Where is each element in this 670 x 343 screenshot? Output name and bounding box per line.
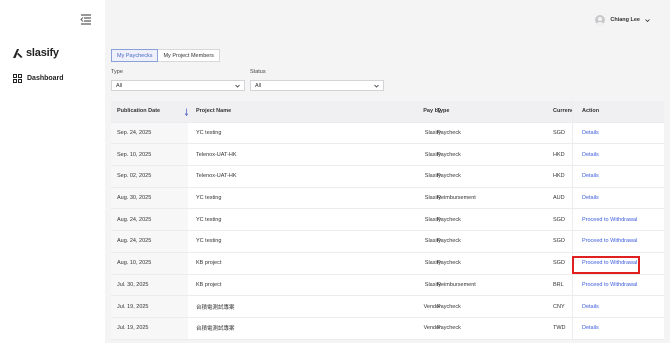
proceed-to-withdrawal-link[interactable]: Proceed to Withdrawal	[572, 252, 664, 274]
type-cell: Paycheck	[437, 216, 461, 223]
status-filter-select[interactable]: All	[250, 80, 384, 91]
sidebar-item-dashboard[interactable]: Dashboard	[13, 74, 64, 83]
chevron-down-icon	[235, 84, 240, 88]
proceed-to-withdrawal-link[interactable]: Proceed to Withdrawal	[572, 231, 664, 252]
avatar	[595, 15, 606, 25]
type-cell: Paycheck	[437, 173, 461, 180]
table-row: Aug. 24, 2025 YC testing Slasify Paycheck SG…	[111, 231, 664, 253]
project-name-cell: 台積電測試專案	[196, 304, 235, 311]
sidebar-item-label: Dashboard	[27, 75, 64, 82]
type-cell: Reimbursement	[437, 195, 476, 202]
dashboard-grid-icon	[13, 74, 22, 83]
type-cell: Paycheck	[437, 130, 461, 137]
table-row: Sep. 24, 2025 YC testing Slasify Paycheck SG…	[111, 122, 664, 145]
table-row: Jul. 19, 2025 台積電測試專案 Vendor Paycheck CNY Det…	[111, 296, 664, 318]
pay-by-cell: Vendor	[423, 303, 441, 310]
tab-bar: My Paychecks My Project Members	[111, 49, 220, 62]
pay-by-cell: Vendor	[423, 325, 441, 332]
pay-by-cell: Slasify	[424, 260, 441, 267]
publication-date-cell: Aug. 24, 2025	[111, 231, 188, 252]
project-name-cell: KB project	[196, 260, 222, 267]
details-link[interactable]: Details	[572, 187, 664, 209]
type-cell: Paycheck	[437, 325, 461, 332]
user-menu[interactable]: Chiang Lee	[595, 15, 650, 25]
type-cell: Paycheck	[437, 238, 461, 245]
project-name-cell: YC testing	[196, 216, 222, 223]
type-filter-select[interactable]: All	[111, 80, 245, 91]
details-link[interactable]: Details	[572, 317, 664, 339]
table-header-row: Publication Date Project Name Pay by Typ…	[111, 101, 664, 123]
pay-by-cell: Slasify	[424, 195, 441, 202]
column-header-label: Publication Date	[117, 108, 161, 115]
sort-icon[interactable]	[184, 108, 188, 116]
status-filter-value: All	[255, 83, 262, 89]
sidebar: slasify Dashboard	[0, 0, 105, 343]
paychecks-table: Publication Date Project Name Pay by Typ…	[111, 101, 664, 340]
table-row: Sep. 10, 2025 Telenox-UAT-HK Slasify Payche…	[111, 144, 664, 167]
table-row: Jul. 19, 2025 台積電測試專案 Vendor Paycheck TWD Det…	[111, 317, 664, 340]
project-name-cell: 台積電測試專案	[196, 326, 235, 333]
publication-date-cell: Jul. 19, 2025	[111, 317, 188, 339]
column-header-action: Action	[572, 101, 664, 122]
details-link[interactable]: Details	[572, 296, 664, 317]
publication-date-cell: Jul. 19, 2025	[111, 296, 188, 317]
project-name-cell: YC testing	[196, 130, 222, 137]
publication-date-cell: Aug. 30, 2025	[111, 187, 188, 209]
type-cell: Paycheck	[437, 303, 461, 310]
type-cell: Paycheck	[437, 151, 461, 158]
pay-by-cell: Slasify	[424, 281, 441, 288]
proceed-to-withdrawal-link[interactable]: Proceed to Withdrawal	[572, 209, 664, 231]
type-cell: Reimbursement	[437, 281, 476, 288]
collapse-menu-icon[interactable]	[80, 13, 92, 25]
details-link[interactable]: Details	[572, 144, 664, 166]
publication-date-cell: Aug. 24, 2025	[111, 209, 188, 231]
pay-by-cell: Slasify	[424, 151, 441, 158]
chevron-down-icon	[645, 18, 650, 22]
main-content: Chiang Lee My Paychecks My Project Membe…	[105, 0, 670, 343]
proceed-to-withdrawal-link[interactable]: Proceed to Withdrawal	[572, 274, 664, 296]
type-cell: Paycheck	[437, 260, 461, 267]
slasify-logo-icon	[13, 49, 23, 58]
table-body: Sep. 24, 2025 YC testing Slasify Paycheck SG…	[111, 122, 664, 340]
tab-my-project-members[interactable]: My Project Members	[158, 49, 220, 62]
brand-name: slasify	[26, 47, 59, 59]
project-name-cell: Telenox-UAT-HK	[196, 151, 237, 158]
table-row: Jul. 30, 2025 KB project Slasify Reimbursem…	[111, 274, 664, 297]
type-filter-label: Type	[111, 69, 123, 75]
publication-date-cell: Jul. 30, 2025	[111, 274, 188, 296]
table-row: Aug. 24, 2025 YC testing Slasify Paycheck SG…	[111, 209, 664, 232]
table-row: Aug. 10, 2025 KB project Slasify Paycheck SG…	[111, 252, 664, 275]
column-header-type: Type	[437, 108, 450, 115]
project-name-cell: Telenox-UAT-HK	[196, 173, 237, 180]
table-row: Aug. 30, 2025 YC testing Slasify Reimbursem…	[111, 187, 664, 210]
pay-by-cell: Slasify	[424, 130, 441, 137]
details-link[interactable]: Details	[572, 122, 664, 144]
pay-by-cell: Slasify	[424, 238, 441, 245]
brand-logo[interactable]: slasify	[11, 47, 59, 59]
chevron-down-icon	[374, 84, 379, 88]
status-filter-label: Status	[250, 69, 266, 75]
tab-my-paychecks[interactable]: My Paychecks	[111, 49, 159, 62]
project-name-cell: YC testing	[196, 195, 222, 202]
publication-date-cell: Sep. 24, 2025	[111, 122, 188, 144]
table-row: Sep. 02, 2025 Telenox-UAT-HK Slasify Payche…	[111, 166, 664, 188]
publication-date-cell: Sep. 10, 2025	[111, 144, 188, 166]
project-name-cell: KB project	[196, 281, 222, 288]
pay-by-cell: Slasify	[424, 216, 441, 223]
column-header-project-name: Project Name	[196, 108, 232, 115]
publication-date-cell: Sep. 02, 2025	[111, 166, 188, 187]
details-link[interactable]: Details	[572, 166, 664, 187]
column-header-pay-by: Pay by	[423, 108, 441, 115]
publication-date-cell: Aug. 10, 2025	[111, 252, 188, 274]
project-name-cell: YC testing	[196, 238, 222, 245]
type-filter-value: All	[116, 83, 123, 89]
user-name: Chiang Lee	[610, 17, 640, 23]
column-header-publication-date[interactable]: Publication Date	[111, 101, 188, 122]
pay-by-cell: Slasify	[424, 173, 441, 180]
